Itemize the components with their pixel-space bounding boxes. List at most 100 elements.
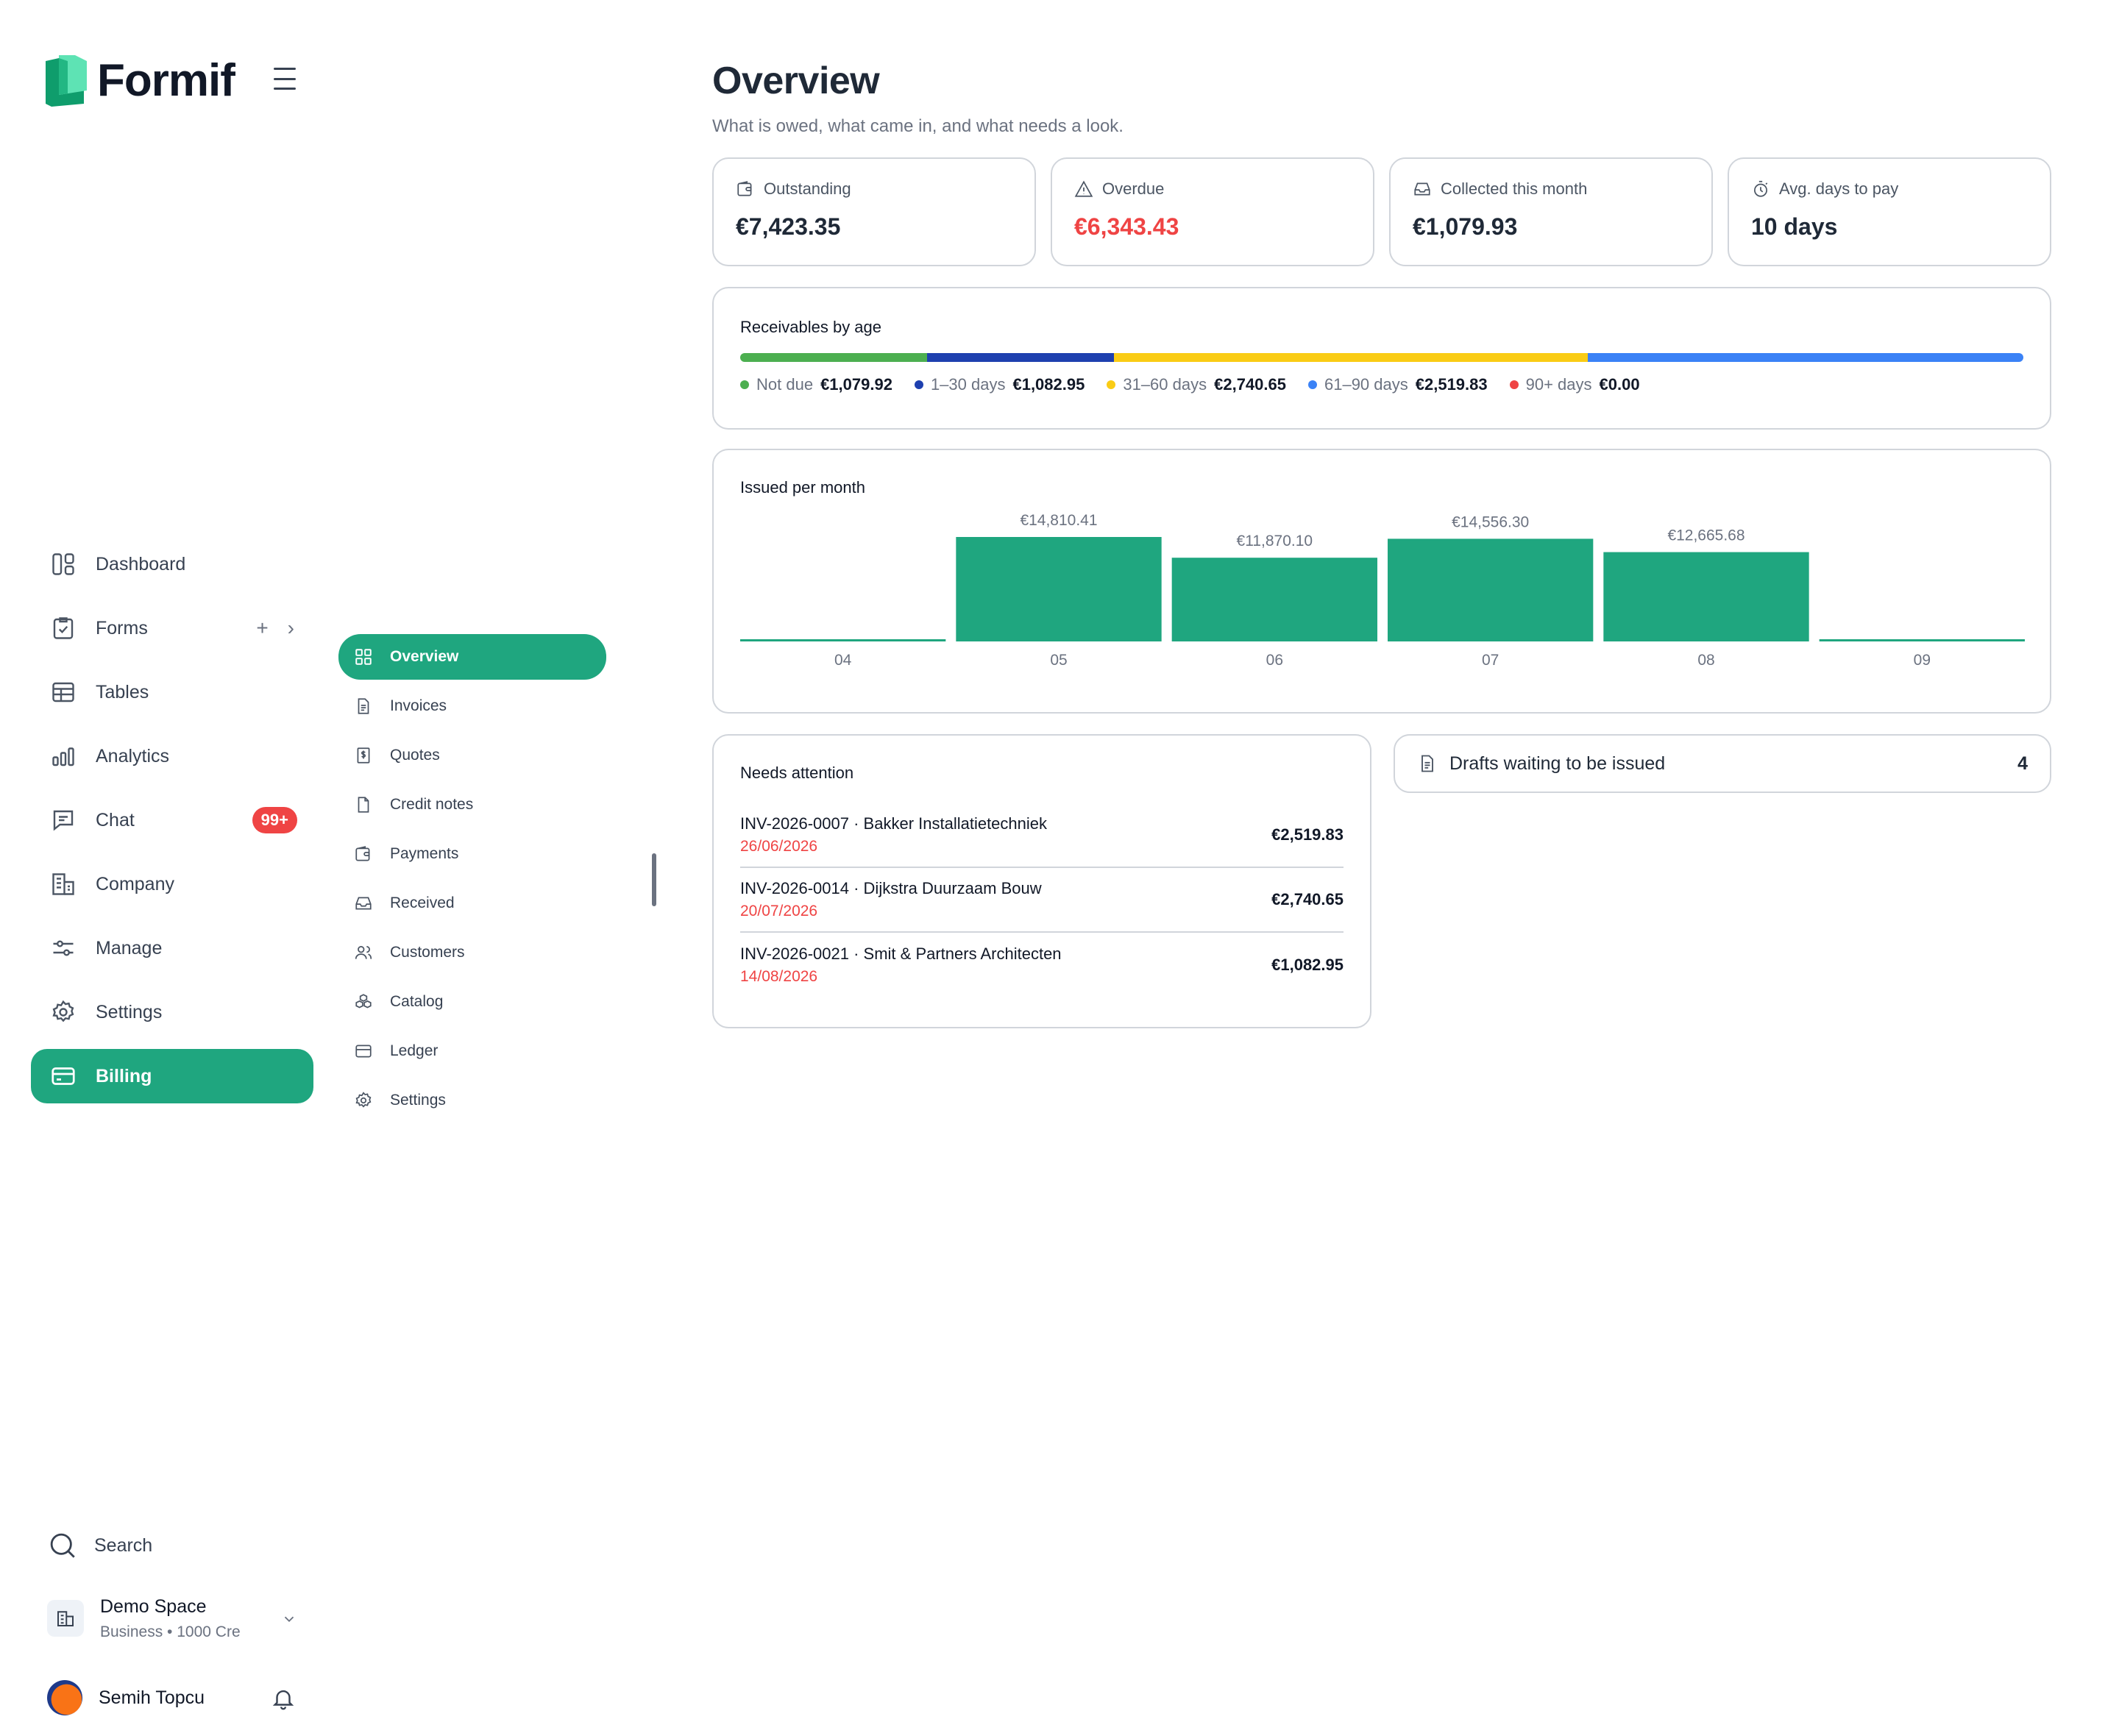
legend-item: 31–60 days €2,740.65 <box>1107 375 1286 394</box>
nav-item-manage[interactable]: Manage <box>31 921 313 975</box>
drafts-card[interactable]: Drafts waiting to be issued 4 <box>1394 734 2051 793</box>
legend-label: 90+ days <box>1525 375 1592 394</box>
file-icon <box>353 794 374 815</box>
forms-icon <box>49 613 78 643</box>
legend-amount: €0.00 <box>1599 375 1640 394</box>
credit-card-icon <box>49 1061 78 1091</box>
nav-label: Analytics <box>96 745 170 766</box>
user-profile[interactable]: Semih Topcu <box>47 1677 305 1718</box>
dashboard-icon <box>49 549 78 579</box>
legend-label: 31–60 days <box>1123 375 1207 394</box>
legend-amount: €2,519.83 <box>1415 375 1488 394</box>
x-tick-label: 07 <box>1482 652 1499 669</box>
workspace-switcher[interactable]: Demo Space Business • 1000 Cre <box>47 1589 305 1648</box>
overview-grid-icon <box>353 647 374 667</box>
subnav-item-overview[interactable]: Overview <box>338 634 606 680</box>
sidebar-search[interactable]: Search <box>47 1530 152 1561</box>
chat-icon <box>49 805 78 835</box>
bar-value-label: €12,665.68 <box>1667 527 1744 544</box>
stat-card-overdue: Overdue €6,343.43 <box>1051 157 1374 266</box>
hamburger-menu-icon[interactable] <box>274 68 296 90</box>
age-bar-segment <box>1588 353 2023 362</box>
nav-item-dashboard[interactable]: Dashboard <box>31 537 313 591</box>
stat-cards: Outstanding €7,423.35 Overdue €6,343.43 … <box>712 157 2051 266</box>
bar-04[interactable] <box>740 639 946 641</box>
nav-item-company[interactable]: Company <box>31 857 313 911</box>
stat-label: Collected this month <box>1441 179 1588 198</box>
bar-05[interactable] <box>956 537 1162 641</box>
age-bar-segment <box>926 353 1115 362</box>
bar-08[interactable] <box>1603 552 1809 641</box>
x-tick-label: 09 <box>1914 652 1931 669</box>
receivables-title: Receivables by age <box>740 318 882 336</box>
bell-icon[interactable] <box>271 1686 296 1711</box>
age-bar-segment <box>740 353 927 362</box>
formif-logo-icon <box>46 54 87 107</box>
age-bar-segment <box>1114 353 1588 362</box>
workspace-credits: 1000 Cre <box>177 1623 241 1640</box>
subnav-item-credit-notes[interactable]: Credit notes <box>338 782 606 828</box>
subnav-label: Settings <box>390 1092 446 1109</box>
app-name: Formif <box>97 55 235 106</box>
subnav-item-ledger[interactable]: Ledger <box>338 1028 606 1074</box>
attention-row[interactable]: INV-2026-0007 · Bakker Installatietechni… <box>740 803 1344 868</box>
attention-row[interactable]: INV-2026-0021 · Smit & Partners Architec… <box>740 933 1344 997</box>
stat-card-avg-days: Avg. days to pay 10 days <box>1728 157 2051 266</box>
attention-row[interactable]: INV-2026-0014 · Dijkstra Duurzaam Bouw 2… <box>740 868 1344 933</box>
app-logo[interactable]: Formif <box>46 54 235 107</box>
subnav-label: Received <box>390 894 455 911</box>
nav-label: Forms <box>96 617 148 638</box>
panel-resize-handle[interactable] <box>652 853 656 906</box>
bar-value-label: €11,870.10 <box>1237 533 1313 549</box>
nav-item-forms[interactable]: Forms + › <box>31 601 313 655</box>
chevron-right-icon[interactable]: › <box>288 616 294 640</box>
bar-09[interactable] <box>1819 639 2025 641</box>
nav-item-billing[interactable]: Billing <box>31 1049 313 1103</box>
legend-label: 61–90 days <box>1324 375 1408 394</box>
subnav-label: Ledger <box>390 1042 439 1059</box>
search-label: Search <box>94 1534 153 1556</box>
subnav-item-received[interactable]: Received <box>338 881 606 926</box>
nav-label: Billing <box>96 1065 152 1086</box>
invoice-amount: €2,740.65 <box>1271 890 1344 908</box>
legend-amount: €1,082.95 <box>1012 375 1085 394</box>
tables-icon <box>49 677 78 707</box>
ledger-card-icon <box>353 1041 374 1061</box>
invoice-title: INV-2026-0007 · Bakker Installatietechni… <box>740 814 1048 833</box>
subnav-item-payments[interactable]: Payments <box>338 831 606 877</box>
bar-06[interactable] <box>1171 558 1377 641</box>
subnav-item-catalog[interactable]: Catalog <box>338 979 606 1025</box>
inbox-icon <box>353 893 374 914</box>
user-name: Semih Topcu <box>99 1687 205 1708</box>
nav-item-tables[interactable]: Tables <box>31 665 313 719</box>
invoice-amount: €2,519.83 <box>1271 825 1344 844</box>
stat-card-outstanding: Outstanding €7,423.35 <box>712 157 1036 266</box>
bar-value-label: €14,810.41 <box>1020 512 1097 529</box>
document-icon <box>353 696 374 716</box>
nav-item-analytics[interactable]: Analytics <box>31 729 313 783</box>
stat-value: €1,079.93 <box>1413 213 1518 240</box>
subnav-item-settings[interactable]: Settings <box>338 1078 606 1123</box>
x-tick-label: 04 <box>834 652 852 669</box>
nav-item-settings[interactable]: Settings <box>31 985 313 1039</box>
legend-item: 1–30 days €1,082.95 <box>914 375 1085 394</box>
add-form-plus-icon[interactable]: + <box>256 616 268 640</box>
subnav-item-invoices[interactable]: Invoices <box>338 683 606 729</box>
chart-title: Issued per month <box>740 478 865 497</box>
building-icon <box>47 1600 84 1637</box>
bar-07[interactable] <box>1388 538 1594 641</box>
subnav-label: Customers <box>390 944 465 961</box>
nav-item-chat[interactable]: Chat 99+ <box>31 793 313 847</box>
nav-label: Chat <box>96 809 135 830</box>
billing-subnav: Overview Invoices Quotes Credit notes Pa… <box>338 634 606 1127</box>
main-content: Overview What is owed, what came in, and… <box>712 59 2051 1028</box>
page-title: Overview <box>712 60 880 102</box>
subnav-item-quotes[interactable]: Quotes <box>338 733 606 778</box>
legend-label: Not due <box>756 375 814 394</box>
users-icon <box>353 942 374 963</box>
x-tick-label: 06 <box>1266 652 1283 669</box>
subnav-item-customers[interactable]: Customers <box>338 930 606 975</box>
legend-dot <box>914 380 923 389</box>
invoice-due-date: 20/07/2026 <box>740 903 818 919</box>
subnav-label: Invoices <box>390 697 447 714</box>
